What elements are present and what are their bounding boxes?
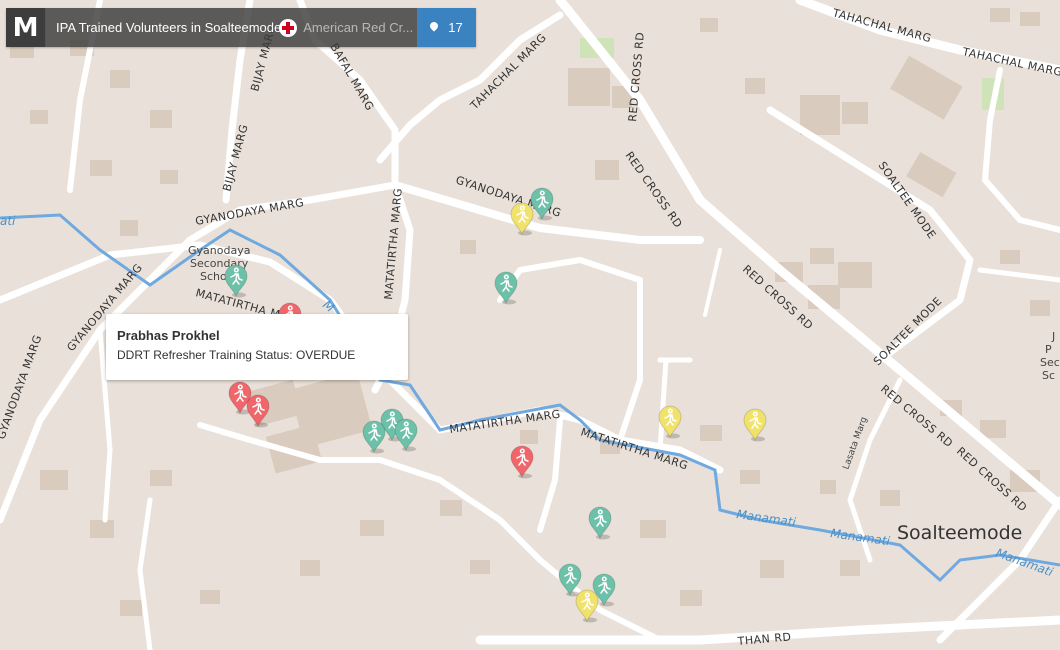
place-label-right-3: Seco — [1040, 356, 1060, 369]
volunteer-popup: Prabhas Prokhel DDRT Refresher Training … — [106, 314, 408, 380]
popup-training-status: DDRT Refresher Training Status: OVERDUE — [117, 348, 356, 362]
m-logo-icon[interactable]: M — [6, 8, 46, 47]
map-title-box: IPA Trained Volunteers in Soalteemode Am… — [46, 8, 417, 47]
river-label-4: ati — [0, 214, 16, 228]
popup-volunteer-name: Prabhas Prokhel — [117, 328, 220, 343]
place-label-soalteemode: Soalteemode — [897, 522, 1022, 544]
place-label-school-1: Gyanodaya — [188, 244, 250, 257]
place-label-right-1: J — [1051, 330, 1055, 343]
marker-count: 17 — [448, 20, 463, 35]
map-subtitle: American Red Cr... — [303, 20, 414, 35]
place-label-right-4: Sc — [1042, 369, 1055, 382]
place-label-right-2: P — [1045, 343, 1052, 356]
map-pin-icon — [430, 22, 438, 33]
red-cross-icon — [279, 18, 298, 37]
map-header: M IPA Trained Volunteers in Soalteemode … — [6, 8, 476, 47]
marker-count-button[interactable]: 17 — [417, 8, 476, 47]
map-title: IPA Trained Volunteers in Soalteemode — [56, 20, 282, 35]
